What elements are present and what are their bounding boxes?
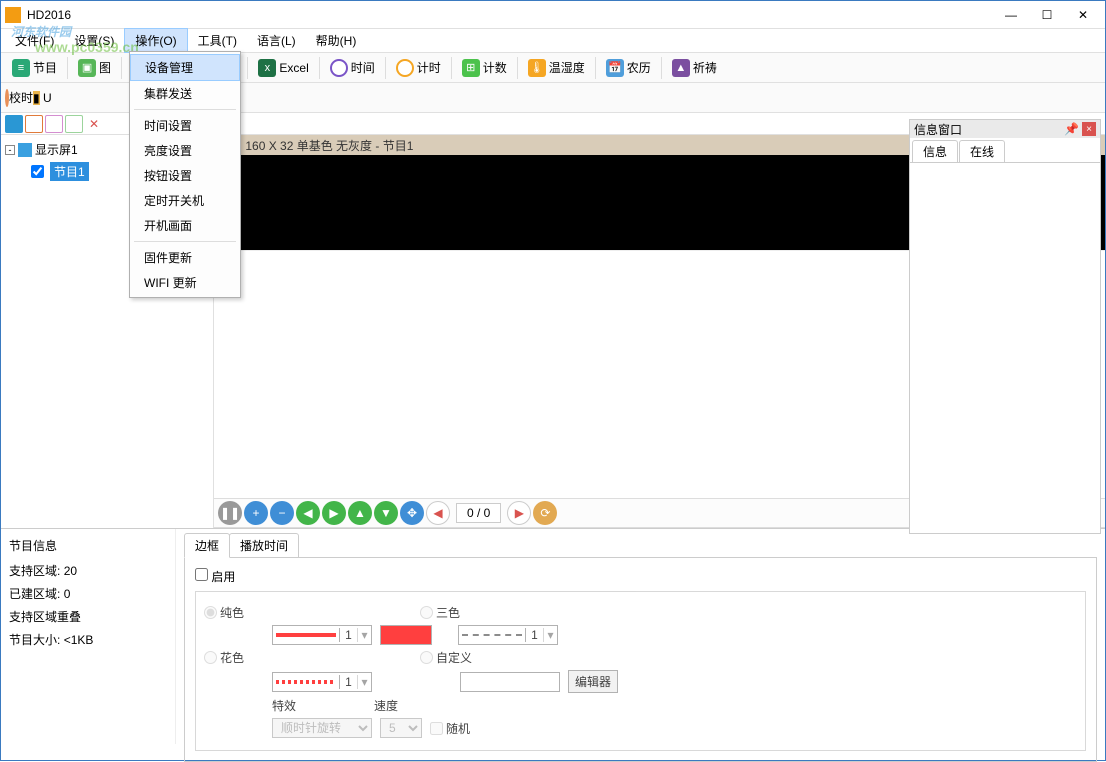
dd-device-manage[interactable]: 设备管理 [130, 54, 240, 81]
frame-counter: 0 / 0 [456, 503, 501, 523]
effect-label: 特效 [272, 697, 296, 714]
dd-firmware[interactable]: 固件更新 [130, 245, 240, 270]
dd-timer-switch[interactable]: 定时开关机 [130, 188, 240, 213]
menu-file[interactable]: 文件(F) [5, 29, 64, 52]
dd-time-setting[interactable]: 时间设置 [130, 113, 240, 138]
info-body [910, 163, 1100, 533]
usb-icon: ▮ [33, 91, 40, 105]
info-tab-online[interactable]: 在线 [959, 140, 1005, 162]
pause-button[interactable]: ❚❚ [218, 501, 242, 525]
radio-solid[interactable]: 纯色 [204, 604, 264, 621]
thermometer-icon: 🌡 [528, 59, 546, 77]
tb-time[interactable]: 时间 [323, 57, 382, 79]
custom-path-input[interactable] [460, 672, 560, 692]
info-panel: 信息窗口 📌 × 信息 在线 [909, 119, 1101, 534]
tab-border[interactable]: 边框 [184, 533, 230, 558]
timer-icon [396, 59, 414, 77]
info-close-button[interactable]: × [1082, 122, 1096, 136]
tb-temp[interactable]: 🌡 温湿度 [521, 57, 592, 79]
random-checkbox-label[interactable]: 随机 [430, 720, 490, 737]
tree-child-label: 节目1 [50, 162, 89, 181]
copy-icon[interactable] [25, 115, 43, 133]
close-button[interactable]: ✕ [1065, 1, 1101, 29]
image-icon: ▣ [78, 59, 96, 77]
dd-button-setting[interactable]: 按钮设置 [130, 163, 240, 188]
down-button[interactable]: ▼ [374, 501, 398, 525]
pin-icon[interactable]: 📌 [1064, 122, 1079, 136]
menu-operate[interactable]: 操作(O) [124, 28, 187, 53]
pattern-select[interactable]: 1▾ [272, 672, 372, 692]
pray-icon: ▲ [672, 59, 690, 77]
dd-boot-screen[interactable]: 开机画面 [130, 213, 240, 238]
zoom-in-button[interactable]: + [244, 501, 268, 525]
maximize-button[interactable]: ☐ [1029, 1, 1065, 29]
tree-root-label: 显示屏1 [35, 141, 78, 158]
tb-lunar[interactable]: 📅 农历 [599, 57, 658, 79]
next-button[interactable]: ▶ [322, 501, 346, 525]
enable-checkbox-label[interactable]: 启用 [195, 570, 235, 584]
tb-program[interactable]: ≡ 节目 [5, 57, 64, 79]
tab-playtime[interactable]: 播放时间 [229, 533, 299, 558]
radio-custom[interactable]: 自定义 [420, 649, 480, 666]
menu-bar: 文件(F) 设置(S) 操作(O) 工具(T) 语言(L) 帮助(H) [1, 29, 1105, 53]
move-button[interactable]: ✥ [400, 501, 424, 525]
delete-icon[interactable]: ✕ [85, 115, 103, 133]
program-icon: ≡ [12, 59, 30, 77]
tb-calibrate[interactable]: 校时 [5, 89, 33, 106]
tb-count[interactable]: ⊞ 计数 [455, 57, 514, 79]
speed-select[interactable]: 5 [380, 718, 422, 738]
loop-button[interactable]: ⟳ [533, 501, 557, 525]
radio-tricolor[interactable]: 三色 [420, 604, 480, 621]
solid-pattern-select[interactable]: 1▾ [272, 625, 372, 645]
tb-excel[interactable]: x Excel [251, 57, 315, 79]
solid-color-swatch[interactable] [380, 625, 432, 645]
prev-button[interactable]: ◀ [296, 501, 320, 525]
menu-tools[interactable]: 工具(T) [188, 29, 247, 52]
menu-help[interactable]: 帮助(H) [306, 29, 367, 52]
save-icon[interactable] [5, 115, 23, 133]
check-icon[interactable] [65, 115, 83, 133]
effect-select[interactable]: 顺时针旋转 [272, 718, 372, 738]
info-panel-title: 信息窗口 📌 × [910, 120, 1100, 138]
menu-lang[interactable]: 语言(L) [247, 29, 306, 52]
tb-image[interactable]: ▣ 图 [71, 57, 118, 79]
info-tab-info[interactable]: 信息 [912, 140, 958, 162]
clock-icon [330, 59, 348, 77]
speed-label: 速度 [374, 697, 398, 714]
tree-child-checkbox[interactable] [31, 165, 44, 178]
up-button[interactable]: ▲ [348, 501, 372, 525]
tb-pray[interactable]: ▲ 祈祷 [665, 57, 724, 79]
dd-wifi-update[interactable]: WIFI 更新 [130, 270, 240, 295]
rewind-button[interactable]: ◀ [426, 501, 450, 525]
random-checkbox[interactable] [430, 722, 443, 735]
tricolor-pattern-select[interactable]: 1▾ [458, 625, 558, 645]
tb-usb[interactable]: ▮ U [33, 91, 52, 105]
calendar-icon: 📅 [606, 59, 624, 77]
paste-icon[interactable] [45, 115, 63, 133]
program-info-title: 节目信息 [9, 537, 167, 554]
editor-button[interactable]: 编辑器 [568, 670, 618, 693]
collapse-icon[interactable]: - [5, 145, 15, 155]
operate-dropdown: 设备管理 集群发送 时间设置 亮度设置 按钮设置 定时开关机 开机画面 固件更新… [129, 51, 241, 298]
properties-panel: 节目信息 支持区域: 20 已建区域: 0 支持区域重叠 节目大小: <1KB … [1, 528, 1105, 744]
screen-icon [18, 143, 32, 157]
minimize-button[interactable]: — [993, 1, 1029, 29]
zoom-out-button[interactable]: − [270, 501, 294, 525]
menu-settings[interactable]: 设置(S) [64, 29, 124, 52]
excel-icon: x [258, 59, 276, 77]
enable-checkbox[interactable] [195, 568, 208, 581]
play-button[interactable]: ▶ [507, 501, 531, 525]
program-info: 节目信息 支持区域: 20 已建区域: 0 支持区域重叠 节目大小: <1KB [1, 529, 176, 744]
title-bar: HD2016 — ☐ ✕ [1, 1, 1105, 29]
radio-pattern[interactable]: 花色 [204, 649, 264, 666]
dd-brightness[interactable]: 亮度设置 [130, 138, 240, 163]
app-title: HD2016 [27, 8, 993, 22]
tb-timer[interactable]: 计时 [389, 57, 448, 79]
app-icon [5, 7, 21, 23]
count-icon: ⊞ [462, 59, 480, 77]
dd-cluster-send[interactable]: 集群发送 [130, 81, 240, 106]
